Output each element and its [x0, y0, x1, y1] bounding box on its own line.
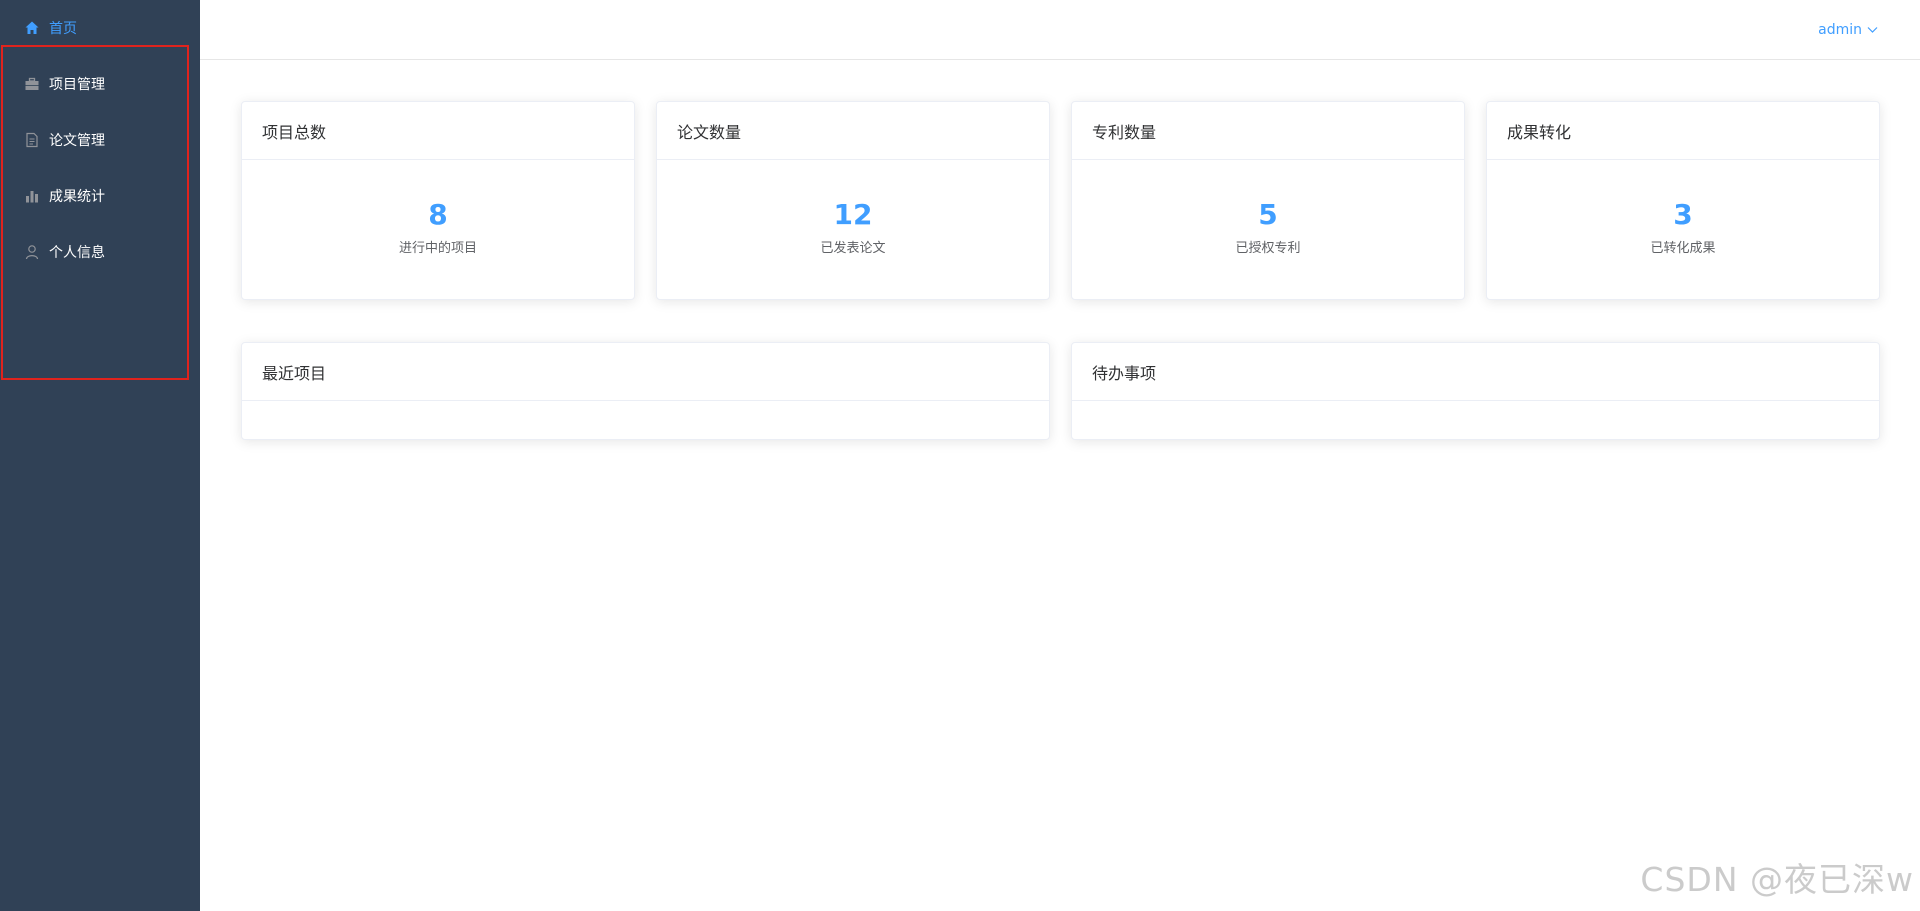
sidebar: 首页 项目管理 论文管理 成果统计 个人信息	[0, 0, 200, 911]
sidebar-item-label: 首页	[49, 21, 77, 37]
sidebar-item-label: 成果统计	[49, 189, 105, 205]
card-title: 成果转化	[1487, 102, 1879, 160]
panel-title: 最近项目	[242, 343, 1049, 401]
sidebar-item-statistics[interactable]: 成果统计	[0, 168, 200, 224]
username: admin	[1818, 22, 1862, 38]
stat-value: 8	[428, 198, 448, 231]
top-header: admin	[200, 0, 1920, 60]
stat-card-papers: 论文数量 12 已发表论文	[656, 101, 1050, 300]
document-icon	[24, 132, 40, 148]
bar-chart-icon	[24, 188, 40, 204]
panel-title: 待办事项	[1072, 343, 1879, 401]
sidebar-item-papers[interactable]: 论文管理	[0, 112, 200, 168]
card-title: 项目总数	[242, 102, 634, 160]
chevron-down-icon	[1867, 27, 1878, 33]
home-icon	[24, 20, 40, 36]
stat-card-patents: 专利数量 5 已授权专利	[1071, 101, 1465, 300]
stat-description: 已发表论文	[820, 241, 886, 256]
recent-projects-panel: 最近项目	[241, 342, 1050, 440]
user-dropdown[interactable]: admin	[1818, 20, 1878, 40]
sidebar-item-home[interactable]: 首页	[0, 0, 200, 56]
sidebar-item-projects[interactable]: 项目管理	[0, 56, 200, 112]
sidebar-item-profile[interactable]: 个人信息	[0, 224, 200, 280]
briefcase-icon	[24, 76, 40, 92]
stat-description: 已授权专利	[1235, 241, 1301, 256]
sidebar-item-label: 项目管理	[49, 77, 105, 93]
stat-value: 5	[1258, 198, 1278, 231]
stat-value: 3	[1673, 198, 1693, 231]
sidebar-item-label: 论文管理	[49, 133, 105, 149]
sidebar-item-label: 个人信息	[49, 245, 105, 261]
stat-description: 进行中的项目	[398, 241, 477, 256]
stat-card-projects: 项目总数 8 进行中的项目	[241, 101, 635, 300]
card-title: 专利数量	[1072, 102, 1464, 160]
watermark: CSDN @夜已深w	[1640, 860, 1914, 899]
stat-card-transfers: 成果转化 3 已转化成果	[1486, 101, 1880, 300]
todo-panel: 待办事项	[1071, 342, 1880, 440]
stat-description: 已转化成果	[1650, 241, 1716, 256]
card-title: 论文数量	[657, 102, 1049, 160]
user-icon	[24, 244, 40, 260]
stat-value: 12	[833, 198, 873, 231]
